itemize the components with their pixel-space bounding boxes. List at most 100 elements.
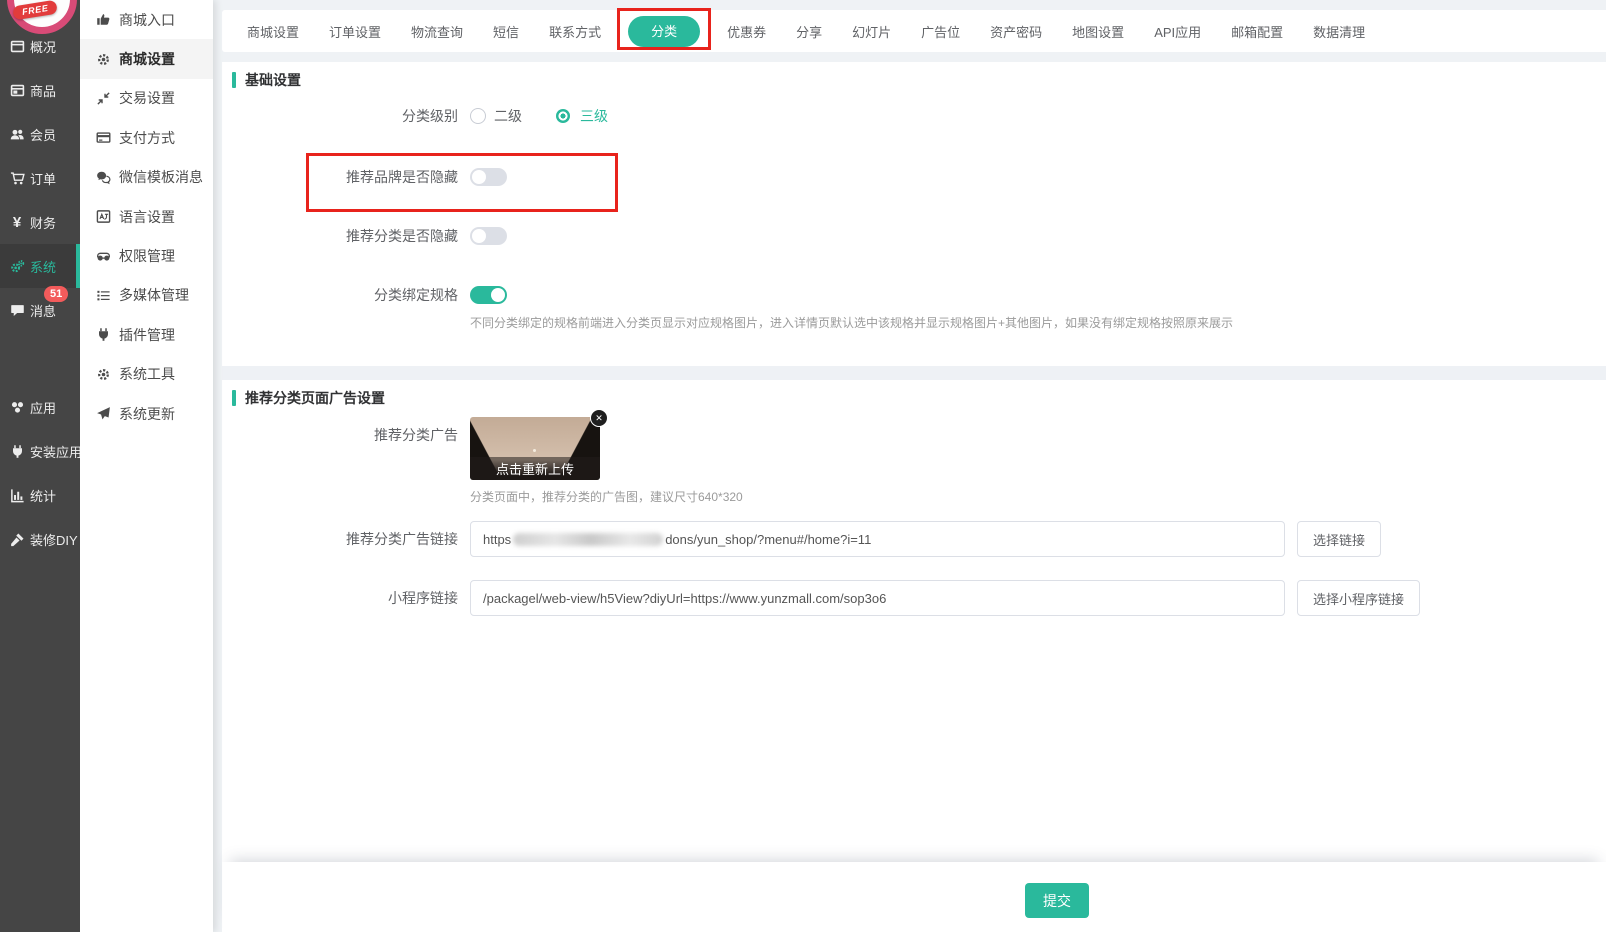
system-update-icon: [95, 406, 111, 422]
tab-data-clean[interactable]: 数据清理: [1298, 22, 1380, 41]
mini-program-link-label: 小程序链接: [222, 588, 458, 608]
ad-link-prefix: https: [483, 532, 511, 547]
ad-link-row: 推荐分类广告链接 https dons/yun_shop/?menu#/home…: [222, 521, 1381, 557]
sidebar-item-label: 应用: [30, 398, 56, 417]
primary-nav: 概况 商品 会员 订单 ¥ 财务 系统: [0, 24, 80, 561]
tab-mall-settings[interactable]: 商城设置: [232, 22, 314, 41]
sidebar-item-label: 商品: [30, 81, 56, 100]
tab-email-config[interactable]: 邮箱配置: [1216, 22, 1298, 41]
submenu-item-mall-settings[interactable]: 商城设置: [80, 39, 213, 78]
tab-map-settings[interactable]: 地图设置: [1057, 22, 1139, 41]
tab-logistics-query[interactable]: 物流查询: [396, 22, 478, 41]
sidebar-item-overview[interactable]: 概况: [0, 24, 80, 68]
finance-icon: ¥: [9, 214, 25, 230]
level3-radio[interactable]: [556, 109, 570, 123]
messages-icon: [9, 302, 25, 318]
sidebar-item-label: 统计: [30, 486, 56, 505]
tab-category[interactable]: 分类: [628, 16, 700, 47]
sidebar-item-goods[interactable]: 商品: [0, 68, 80, 112]
tab-api-app[interactable]: API应用: [1139, 22, 1216, 41]
payment-methods-icon: [95, 130, 111, 146]
submit-button[interactable]: 提交: [1025, 883, 1089, 918]
section-accent-bar: [232, 390, 236, 406]
sidebar-item-apps[interactable]: 应用: [0, 385, 80, 429]
submenu-item-system-update[interactable]: 系统更新: [80, 394, 213, 433]
system-tools-icon: [95, 366, 111, 382]
permissions-icon: [95, 248, 111, 264]
ad-settings-section-header: 推荐分类页面广告设置: [232, 388, 385, 408]
submenu-item-plugin-manage[interactable]: 插件管理: [80, 315, 213, 354]
submenu-item-label: 插件管理: [119, 325, 175, 345]
tab-slideshow[interactable]: 幻灯片: [837, 22, 906, 41]
select-mini-program-link-button[interactable]: 选择小程序链接: [1297, 580, 1420, 616]
secondary-sidebar: 商城入口 商城设置 交易设置 支付方式 微信模板消息 语言设置 权限管理: [80, 0, 213, 932]
submenu-item-label: 权限管理: [119, 246, 175, 266]
submenu-item-media-manage[interactable]: 多媒体管理: [80, 276, 213, 315]
sidebar-item-install-apps[interactable]: 安装应用: [0, 429, 80, 473]
submenu-item-permissions[interactable]: 权限管理: [80, 236, 213, 275]
tab-asset-password[interactable]: 资产密码: [975, 22, 1057, 41]
level2-radio[interactable]: [470, 108, 486, 124]
sidebar-item-label: 系统: [30, 257, 56, 276]
ad-image-label: 推荐分类广告: [222, 417, 458, 445]
ad-image-help-text: 分类页面中，推荐分类的广告图，建议尺寸640*320: [470, 488, 743, 505]
trade-settings-icon: [95, 90, 111, 106]
basic-settings-section-header: 基础设置: [232, 70, 301, 90]
section-divider: [222, 366, 1606, 380]
tab-coupon[interactable]: 优惠券: [712, 22, 781, 41]
mini-program-link-row: 小程序链接 /packagel/web-view/h5View?diyUrl=h…: [222, 580, 1420, 616]
category-settings-panel: 基础设置 分类级别 二级 三级 推荐品牌是否隐藏 推荐分类是否隐藏 分类绑定规格: [222, 62, 1606, 862]
sidebar-item-finance[interactable]: ¥ 财务: [0, 200, 80, 244]
category-level-label: 分类级别: [222, 106, 458, 126]
tab-sms[interactable]: 短信: [478, 22, 534, 41]
bind-spec-row: 分类绑定规格: [222, 281, 507, 309]
tab-share[interactable]: 分享: [781, 22, 837, 41]
ad-link-suffix: dons/yun_shop/?menu#/home?i=11: [665, 532, 871, 547]
messages-count-badge: 51: [44, 286, 68, 302]
ad-link-input[interactable]: https dons/yun_shop/?menu#/home?i=11: [470, 521, 1285, 557]
reupload-overlay[interactable]: 点击重新上传: [470, 457, 600, 480]
sidebar-item-decorate-diy[interactable]: 装修DIY: [0, 517, 80, 561]
submenu-item-trade-settings[interactable]: 交易设置: [80, 79, 213, 118]
sidebar-item-orders[interactable]: 订单: [0, 156, 80, 200]
submenu-item-mall-entrance[interactable]: 商城入口: [80, 0, 213, 39]
tab-order-settings[interactable]: 订单设置: [314, 22, 396, 41]
primary-sidebar: FREE 概况 商品 会员 订单 ¥ 财务: [0, 0, 80, 932]
sidebar-item-messages[interactable]: 消息 51: [0, 288, 80, 332]
ad-image-row: 推荐分类广告 点击重新上传 ✕: [222, 417, 600, 480]
bind-spec-label: 分类绑定规格: [222, 285, 458, 305]
remove-image-icon[interactable]: ✕: [590, 409, 608, 427]
media-manage-icon: [95, 287, 111, 303]
submenu-item-system-tools[interactable]: 系统工具: [80, 355, 213, 394]
sidebar-item-system[interactable]: 系统: [0, 244, 80, 288]
system-icon: [9, 258, 25, 274]
hide-category-toggle[interactable]: [470, 227, 507, 245]
sidebar-item-label: 装修DIY: [30, 530, 78, 549]
submenu-item-label: 系统更新: [119, 404, 175, 424]
sidebar-item-members[interactable]: 会员: [0, 112, 80, 156]
sidebar-item-statistics[interactable]: 统计: [0, 473, 80, 517]
level3-radio-label[interactable]: 三级: [580, 106, 608, 126]
tab-ad-slot[interactable]: 广告位: [906, 22, 975, 41]
app-window: FREE 概况 商品 会员 订单 ¥ 财务: [0, 0, 1606, 932]
submenu-item-language-settings[interactable]: 语言设置: [80, 197, 213, 236]
hide-brand-toggle[interactable]: [470, 168, 507, 186]
submenu-item-label: 语言设置: [119, 207, 175, 227]
select-link-button[interactable]: 选择链接: [1297, 521, 1381, 557]
section-title: 推荐分类页面广告设置: [245, 388, 385, 408]
section-accent-bar: [232, 72, 236, 88]
submenu-item-payment-methods[interactable]: 支付方式: [80, 118, 213, 157]
decorate-diy-icon: [9, 531, 25, 547]
submenu-item-label: 交易设置: [119, 88, 175, 108]
ad-image-upload[interactable]: 点击重新上传 ✕: [470, 417, 600, 480]
bind-spec-toggle[interactable]: [470, 286, 507, 304]
overview-icon: [9, 38, 25, 54]
submenu-item-label: 微信模板消息: [119, 167, 203, 187]
orders-icon: [9, 170, 25, 186]
goods-icon: [9, 82, 25, 98]
mini-program-link-input[interactable]: /packagel/web-view/h5View?diyUrl=https:/…: [470, 580, 1285, 616]
tab-contact[interactable]: 联系方式: [534, 22, 616, 41]
submenu-item-wechat-template[interactable]: 微信模板消息: [80, 158, 213, 197]
level2-radio-label[interactable]: 二级: [494, 106, 522, 126]
sidebar-item-label: 财务: [30, 213, 56, 232]
